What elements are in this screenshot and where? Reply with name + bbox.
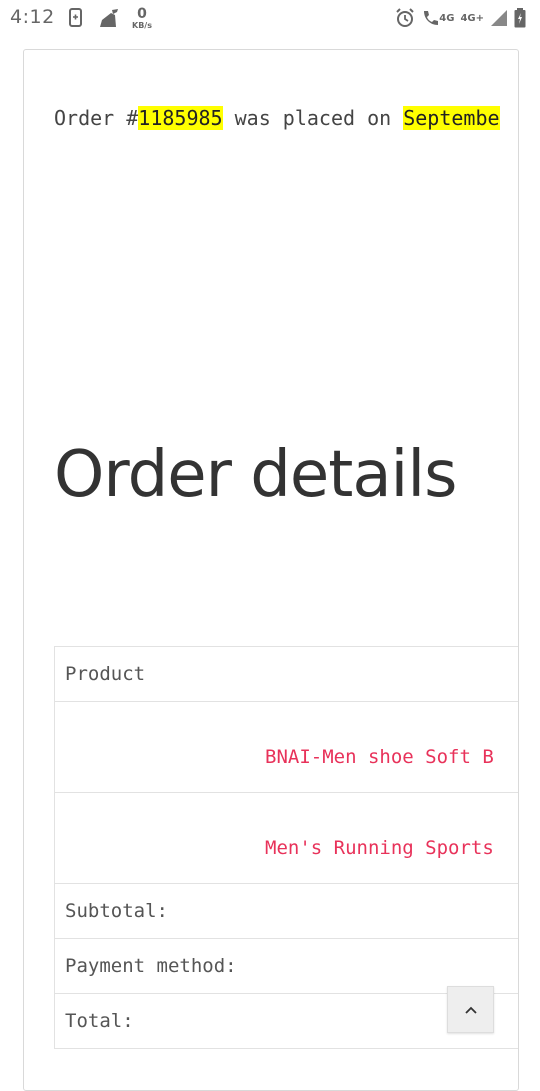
signal-icon: [490, 9, 508, 27]
order-summary-line: Order #1185985 was placed on Septembe: [54, 106, 500, 130]
alarm-icon: [395, 8, 415, 28]
subtotal-label: Subtotal:: [54, 883, 518, 939]
product-column-header: Product: [54, 646, 518, 702]
network-type: 4G+: [460, 13, 484, 24]
table-row: Men's Running Sports: [54, 792, 518, 884]
status-time: 4:12: [10, 6, 55, 28]
order-date: Septembe: [403, 106, 500, 130]
product-cell: Men's Running Sports: [54, 792, 518, 884]
call-4g-icon: 4G: [421, 9, 454, 27]
network-label-4g: 4G: [439, 12, 455, 24]
order-middle-text: was placed on: [222, 106, 404, 130]
battery-icon: [514, 8, 526, 28]
product-link[interactable]: BNAI-Men shoe Soft B: [265, 746, 494, 768]
cleaner-icon: [98, 8, 120, 28]
order-number: 1185985: [138, 106, 223, 130]
screen-record-icon: [68, 8, 84, 28]
scroll-to-top-button[interactable]: [447, 986, 494, 1033]
network-label-4g-plus: 4G+: [460, 12, 484, 24]
order-prefix: Order #: [54, 106, 139, 130]
status-left-icons: 0 KB/s: [68, 6, 152, 30]
status-right-icons: 4G 4G+: [389, 6, 526, 30]
table-header-row: Product: [54, 646, 518, 702]
order-details-heading: Order details: [54, 438, 457, 512]
order-card: Order #1185985 was placed on Septembe Or…: [23, 49, 519, 1091]
product-cell: BNAI-Men shoe Soft B: [54, 701, 518, 793]
chevron-up-icon: [464, 1005, 478, 1015]
status-bar: 4:12 0 KB/s 4G 4G+: [0, 0, 540, 36]
net-speed-value: 0: [137, 5, 147, 22]
subtotal-row: Subtotal:: [54, 883, 518, 939]
table-row: BNAI-Men shoe Soft B: [54, 701, 518, 793]
net-speed: 0 KB/s: [132, 7, 152, 30]
net-speed-unit: KB/s: [132, 20, 152, 30]
product-link[interactable]: Men's Running Sports: [265, 837, 494, 859]
